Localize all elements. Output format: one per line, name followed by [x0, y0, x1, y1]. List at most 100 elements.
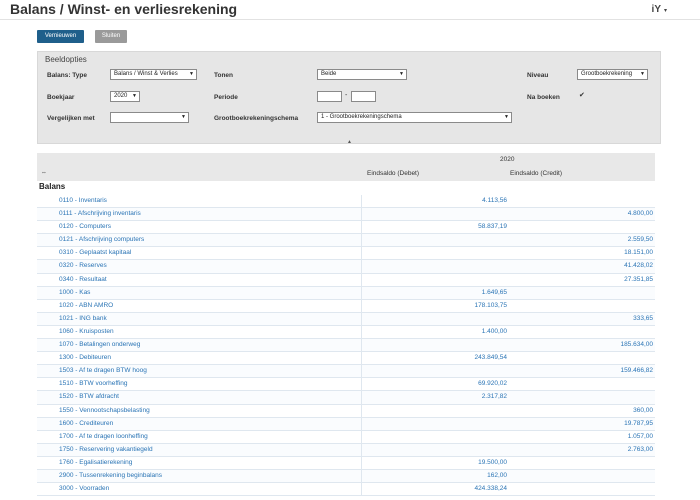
account-link[interactable]: 1070 - Betalingen onderweg: [59, 341, 140, 348]
table-row: 1760 - Egalisatierekening 19.500,00: [37, 456, 655, 470]
account-link[interactable]: 3000 - Voorraden: [59, 485, 109, 492]
debit-value[interactable]: 424.338,24: [474, 485, 507, 492]
column-header-debit[interactable]: Eindsaldo (Debet): [367, 170, 419, 177]
tonen-value: Beide: [321, 71, 337, 77]
refresh-button[interactable]: Vernieuwen: [37, 30, 84, 43]
close-button[interactable]: Sluiten: [95, 30, 127, 43]
tonen-select[interactable]: Beide ▼: [317, 69, 407, 80]
account-link[interactable]: 0340 - Resultaat: [59, 276, 107, 283]
table-row: 3000 - Voorraden 424.338,24: [37, 483, 655, 497]
table-row: 1300 - Debiteuren 243.849,54: [37, 352, 655, 366]
credit-value[interactable]: 4.800,00: [628, 210, 653, 217]
vergelijken-select[interactable]: ▼: [110, 112, 189, 123]
chevron-down-icon: ▼: [132, 93, 137, 99]
credit-value[interactable]: 360,00: [633, 407, 653, 414]
column-divider: [361, 195, 362, 208]
column-header-credit[interactable]: Eindsaldo (Credit): [510, 170, 562, 177]
chevron-down-icon: ▼: [504, 114, 509, 120]
account-link[interactable]: 1060 - Kruisposten: [59, 328, 114, 335]
debit-value[interactable]: 1.400,00: [482, 328, 507, 335]
debit-value[interactable]: 178.103,75: [474, 302, 507, 309]
table-row: 0111 - Afschrijving inventaris 4.800,00: [37, 208, 655, 222]
account-link[interactable]: 1520 - BTW afdracht: [59, 393, 119, 400]
view-options-panel: Beeldopties Balans: Type Balans / Winst …: [37, 51, 661, 145]
schema-value: 1 - Grootboekrekeningschema: [321, 114, 402, 120]
vergelijken-label: Vergelijken met: [47, 115, 95, 122]
periode-from-input[interactable]: [317, 91, 342, 102]
account-link[interactable]: 0320 - Reserves: [59, 262, 107, 269]
credit-value[interactable]: 19.787,95: [624, 420, 653, 427]
account-link[interactable]: 2900 - Tussenrekening beginbalans: [59, 472, 162, 479]
boekjaar-label: Boekjaar: [47, 94, 75, 101]
periode-separator: -: [345, 92, 348, 99]
grid-rows: 0110 - Inventaris 4.113,56 0111 - Afschrij…: [37, 195, 655, 497]
credit-value[interactable]: 1.057,00: [628, 433, 653, 440]
credit-value[interactable]: 333,65: [633, 315, 653, 322]
credit-value[interactable]: 2.763,00: [628, 446, 653, 453]
options-title: Beeldopties: [45, 55, 87, 64]
table-row: 1600 - Crediteuren 19.787,95: [37, 417, 655, 431]
account-link[interactable]: 1700 - Af te dragen loonheffing: [59, 433, 148, 440]
boekjaar-select[interactable]: 2020 ▼: [110, 91, 140, 102]
column-divider: [361, 299, 362, 312]
debit-value[interactable]: 2.317,82: [482, 393, 507, 400]
na-boeken-label: Na boeken: [527, 94, 560, 101]
account-link[interactable]: 0121 - Afschrijving computers: [59, 236, 144, 243]
account-link[interactable]: 1300 - Debiteuren: [59, 354, 111, 361]
table-row: 0121 - Afschrijving computers 2.559,50: [37, 234, 655, 248]
debit-value[interactable]: 1.649,65: [482, 289, 507, 296]
account-link[interactable]: 1510 - BTW voorheffing: [59, 380, 128, 387]
credit-value[interactable]: 41.428,02: [624, 262, 653, 269]
account-link[interactable]: 1000 - Kas: [59, 289, 90, 296]
account-link[interactable]: 1550 - Vennootschapsbelasting: [59, 407, 150, 414]
debit-value[interactable]: 19.500,00: [478, 459, 507, 466]
na-boeken-checkbox[interactable]: ✔: [579, 92, 586, 99]
column-divider: [361, 234, 362, 247]
debit-value[interactable]: 69.920,02: [478, 380, 507, 387]
language-menu[interactable]: iY: [652, 4, 661, 15]
chevron-down-icon[interactable]: ▾: [664, 7, 667, 14]
debit-value[interactable]: 243.849,54: [474, 354, 507, 361]
column-divider: [361, 208, 362, 221]
column-divider: [361, 456, 362, 469]
column-divider: [361, 273, 362, 286]
debit-value[interactable]: 58.837,19: [478, 223, 507, 230]
schema-label: Grootboekrekeningschema: [214, 115, 299, 122]
schema-select[interactable]: 1 - Grootboekrekeningschema ▼: [317, 112, 512, 123]
debit-value[interactable]: 4.113,56: [482, 197, 507, 204]
account-link[interactable]: 1600 - Crediteuren: [59, 420, 113, 427]
table-row: 0340 - Resultaat 27.351,85: [37, 273, 655, 287]
account-link[interactable]: 1760 - Egalisatierekening: [59, 459, 132, 466]
periode-to-input[interactable]: [351, 91, 376, 102]
account-link[interactable]: 0110 - Inventaris: [59, 197, 107, 204]
account-link[interactable]: 1020 - ABN AMRO: [59, 302, 113, 309]
table-row: 1700 - Af te dragen loonheffing 1.057,00: [37, 430, 655, 444]
credit-value[interactable]: 27.351,85: [624, 276, 653, 283]
account-link[interactable]: 1503 - Af te dragen BTW hoog: [59, 367, 147, 374]
account-link[interactable]: 0111 - Afschrijving inventaris: [59, 210, 141, 217]
balans-type-select[interactable]: Balans / Winst & Verlies ▼: [110, 69, 197, 80]
niveau-select[interactable]: Grootboekrekening ▼: [577, 69, 648, 80]
column-divider: [361, 247, 362, 260]
credit-value[interactable]: 185.634,00: [620, 341, 653, 348]
chevron-down-icon: ▼: [189, 71, 194, 77]
table-row: 1503 - Af te dragen BTW hoog 159.466,82: [37, 365, 655, 379]
expand-columns-icon[interactable]: ⇔: [41, 170, 47, 176]
credit-value[interactable]: 159.466,82: [620, 367, 653, 374]
table-row: 1070 - Betalingen onderweg 185.634,00: [37, 339, 655, 353]
page-title: Balans / Winst- en verliesrekening: [10, 1, 238, 17]
credit-value[interactable]: 2.559,50: [628, 236, 653, 243]
collapse-icon[interactable]: ▲: [347, 139, 352, 145]
account-link[interactable]: 0120 - Computers: [59, 223, 111, 230]
column-divider: [361, 352, 362, 365]
table-row: 0320 - Reserves 41.428,02: [37, 260, 655, 274]
debit-value[interactable]: 162,00: [487, 472, 507, 479]
table-row: 1021 - ING bank 333,65: [37, 312, 655, 326]
account-link[interactable]: 0310 - Geplaatst kapitaal: [59, 249, 131, 256]
niveau-value: Grootboekrekening: [581, 71, 633, 77]
credit-value[interactable]: 18.151,00: [624, 249, 653, 256]
account-link[interactable]: 1750 - Reservering vakantiegeld: [59, 446, 153, 453]
table-row: 1020 - ABN AMRO 178.103,75: [37, 299, 655, 313]
account-link[interactable]: 1021 - ING bank: [59, 315, 107, 322]
column-divider: [361, 391, 362, 404]
